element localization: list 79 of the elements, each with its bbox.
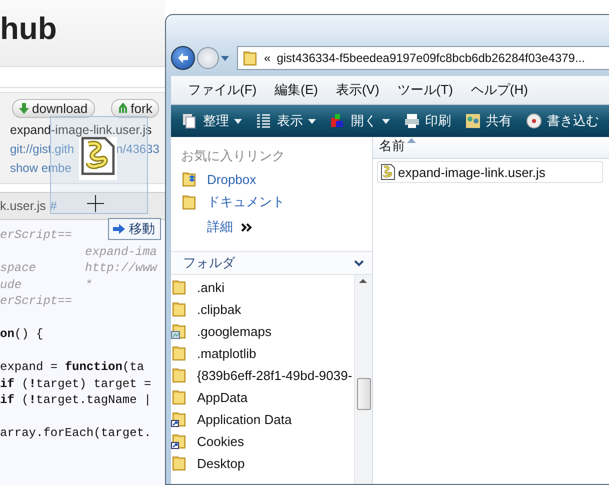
code-line: on() {: [0, 327, 44, 343]
folder-tree-item[interactable]: Application Data: [171, 408, 354, 430]
folder-tree-item[interactable]: .matplotlib: [171, 342, 354, 364]
code-comment: ude: [0, 278, 23, 294]
people-icon: [465, 113, 481, 129]
folder-icon: [171, 367, 187, 383]
folders-header[interactable]: フォルダ: [171, 251, 372, 275]
code-comment: expand-ima: [85, 244, 158, 260]
clone-url-link[interactable]: git://gist.gith: [10, 142, 74, 156]
scrollbar-thumb[interactable]: [357, 378, 371, 410]
right-arrow-icon: [113, 224, 125, 234]
folder-icon: [171, 301, 187, 317]
pages-icon: [182, 113, 198, 129]
folder-tree-item[interactable]: Desktop: [171, 452, 354, 474]
download-button[interactable]: download: [12, 99, 95, 118]
folder-tree-item[interactable]: Cookies: [171, 430, 354, 452]
down-arrow-icon: [19, 103, 29, 114]
fork-button[interactable]: fork: [110, 99, 160, 118]
address-bar[interactable]: « gist436334-f5beedea9197e09fc8bcb6db26284f03e4379...: [237, 46, 609, 70]
file-tab-title: k.user.js: [0, 199, 46, 213]
column-header[interactable]: 名前: [373, 137, 609, 159]
menu-item[interactable]: 編集(E): [266, 81, 327, 99]
menu-item[interactable]: ツール(T): [388, 81, 462, 99]
dropdown-caret-icon[interactable]: [221, 56, 229, 60]
folder-icon: [171, 279, 187, 295]
up-arrow-icon[interactable]: [359, 279, 367, 283]
favorite-link[interactable]: Dropbox: [171, 169, 372, 191]
code-comment: http://www: [85, 261, 158, 277]
code-line: array.forEach(target.: [0, 426, 152, 442]
more-link[interactable]: 詳細: [207, 218, 233, 236]
caret-icon: [308, 118, 316, 124]
menu-item[interactable]: ヘルプ(H): [462, 81, 537, 99]
caret-icon: [234, 118, 242, 124]
menu-item[interactable]: ファイル(F): [179, 81, 266, 99]
menu-item[interactable]: 表示(V): [326, 81, 388, 99]
folder-icon: [171, 345, 187, 361]
toolbar-button[interactable]: 整理: [177, 112, 247, 130]
site-logo[interactable]: hub: [0, 11, 57, 47]
toolbar-button[interactable]: 共有: [460, 112, 517, 130]
toolbar-button[interactable]: 書き込む: [521, 112, 604, 130]
folder-tree-item[interactable]: .clipbak: [171, 298, 354, 320]
dropbox-folder-icon: [181, 171, 197, 187]
double-chevron-icon[interactable]: [241, 222, 253, 232]
left-arrow-icon: [177, 52, 189, 64]
app-blocks-icon: [330, 113, 346, 129]
back-button[interactable]: [171, 46, 195, 70]
folder-icon: [171, 389, 187, 405]
favorites-header: お気に入りリンク: [180, 147, 286, 165]
folder-icon: [181, 194, 197, 210]
toolbar-button[interactable]: 印刷: [399, 112, 456, 130]
toolbar-button[interactable]: 表示: [251, 112, 321, 130]
list-icon: [256, 113, 272, 129]
printer-icon: [404, 113, 420, 129]
script-file-icon: [380, 164, 396, 180]
tooltip-text: 移動: [129, 220, 155, 238]
code-comment: erScript==: [0, 294, 74, 310]
file-row[interactable]: expand-image-link.user.js: [377, 161, 603, 183]
code-comment: space: [0, 261, 38, 277]
embed-link[interactable]: show embe: [10, 161, 165, 175]
folder-tree-item[interactable]: {839b6eff-28f1-49bd-9039-: [171, 364, 354, 386]
picture-folder-icon: [171, 323, 187, 339]
code-comment: *: [85, 278, 92, 294]
folder-tree-item[interactable]: .googlemaps: [171, 320, 354, 342]
folder-icon: [171, 455, 187, 471]
folder-tree-item[interactable]: .anki: [171, 276, 354, 298]
code-line: if (!target.tagName |: [0, 393, 152, 409]
crosshair-cursor-icon: [87, 195, 104, 212]
favorite-link[interactable]: ドキュメント: [171, 191, 372, 215]
toolbar-button[interactable]: 開く: [325, 112, 395, 130]
folder-icon: [242, 50, 258, 66]
disc-icon: [526, 113, 542, 129]
caret-icon: [382, 118, 390, 124]
code-line: if (!target) target =: [0, 376, 152, 392]
file-name: expand-image-link.user.js: [10, 123, 153, 137]
scrollbar[interactable]: [354, 275, 372, 484]
fork-icon: [118, 103, 128, 114]
folder-tree-item[interactable]: AppData: [171, 386, 354, 408]
code-line: expand = function(ta: [0, 360, 144, 376]
code-comment: erScript==: [0, 228, 74, 244]
